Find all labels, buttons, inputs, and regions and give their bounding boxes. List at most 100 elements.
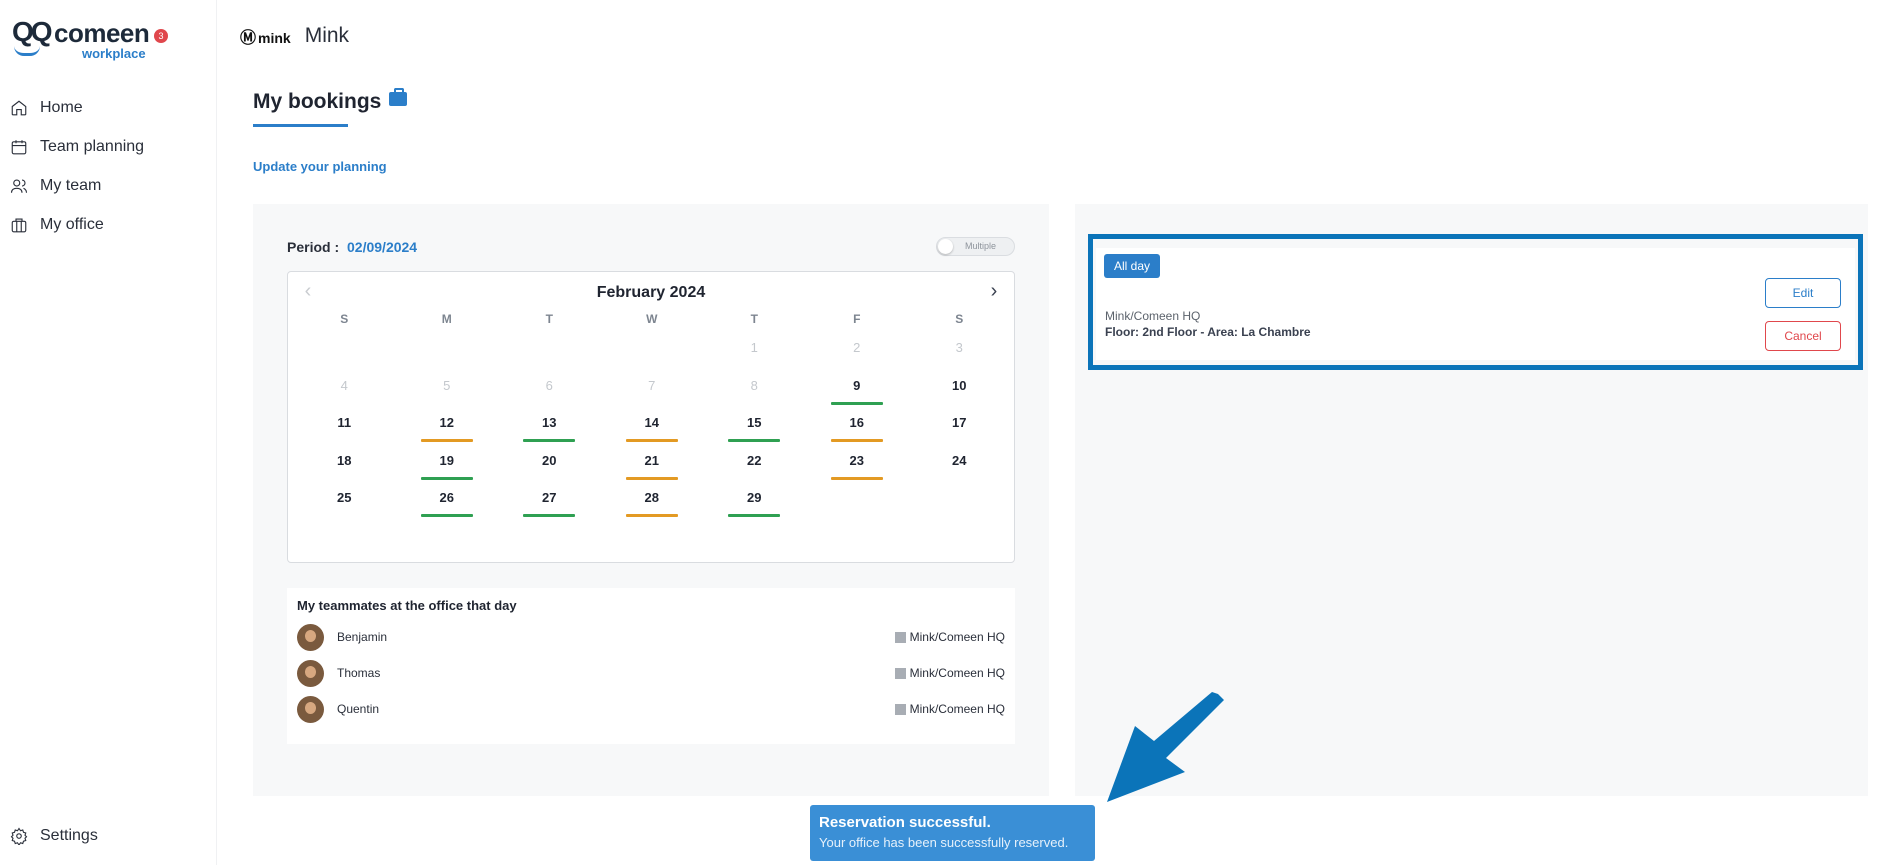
calendar-day[interactable]: 24 — [908, 453, 1011, 491]
calendar-day[interactable]: 10 — [908, 378, 1011, 416]
weekday-label: T — [750, 312, 758, 326]
sidebar: QQ comeen workplace 3 Home Team planning… — [0, 0, 217, 865]
toggle-knob — [938, 239, 953, 254]
calendar-day[interactable]: 25 — [293, 490, 396, 528]
company-logo-text: mink — [258, 30, 291, 46]
teammates-title: My teammates at the office that day — [297, 598, 517, 613]
company-logo-icon: Ⓜ — [240, 30, 256, 47]
calendar-week-row: 1 2 3 — [293, 340, 1011, 378]
users-icon — [10, 178, 28, 193]
calendar-day[interactable]: 18 — [293, 453, 396, 491]
calendar-day-empty — [908, 490, 1011, 528]
calendar-day[interactable]: 19 — [396, 453, 499, 491]
calendar-day-empty — [498, 340, 601, 378]
sidebar-item-team-planning[interactable]: Team planning — [0, 127, 217, 166]
calendar-day: 2 — [806, 340, 909, 378]
weekday-header: S M T W T F S — [293, 312, 1011, 326]
calendar-day-number: 24 — [952, 452, 967, 468]
calendar-day[interactable]: 21 — [601, 453, 704, 491]
pointer-arrow-icon — [1107, 692, 1224, 802]
booking-floor-area: Floor: 2nd Floor - Area: La Chambre — [1105, 325, 1311, 339]
calendar-day[interactable]: 17 — [908, 415, 1011, 453]
calendar-day[interactable]: 20 — [498, 453, 601, 491]
sidebar-item-label: Team planning — [40, 137, 145, 155]
sidebar-item-my-office[interactable]: My office — [0, 205, 217, 244]
weekday-label: S — [955, 312, 964, 326]
calendar-day-number: 4 — [340, 377, 348, 393]
calendar-day-number: 8 — [750, 377, 758, 393]
sidebar-item-my-team[interactable]: My team — [0, 166, 217, 205]
weekday-label: F — [853, 312, 861, 326]
calendar-day-empty — [396, 340, 499, 378]
calendar-day[interactable]: 12 — [396, 415, 499, 453]
all-day-badge: All day — [1104, 254, 1161, 278]
building-icon — [894, 667, 906, 679]
success-toast[interactable]: Reservation successful. Your office has … — [810, 805, 1095, 861]
calendar-day: 7 — [601, 378, 704, 416]
chevron-right-icon: › — [990, 280, 998, 302]
weekday-label: W — [646, 312, 658, 326]
sidebar-item-label: My office — [40, 215, 104, 233]
teammate-location: Mink/Comeen HQ — [894, 666, 1005, 680]
comeen-logo[interactable]: QQ comeen workplace — [12, 16, 162, 61]
update-planning-link[interactable]: Update your planning — [253, 159, 387, 174]
next-month-button[interactable]: › — [984, 280, 1004, 302]
teammate-row: Quentin Mink/Comeen HQ — [297, 694, 1005, 724]
calendar-week-row: 25 26 27 28 29 — [293, 490, 1011, 528]
occupancy-bar — [625, 476, 678, 480]
calendar-day: 8 — [703, 378, 806, 416]
settings-label: Settings — [40, 827, 98, 844]
toggle-label: Multiple — [965, 241, 997, 251]
calendar-day[interactable]: 9 — [806, 378, 909, 416]
calendar-day[interactable]: 28 — [601, 490, 704, 528]
logo-subtitle: workplace — [82, 46, 146, 61]
sidebar-item-label: My team — [40, 176, 102, 194]
calendar-day[interactable]: 29 — [703, 490, 806, 528]
calendar-day-number: 19 — [439, 452, 454, 468]
company-logo: Ⓜmink — [240, 24, 291, 48]
weekday-label: S — [340, 312, 349, 326]
calendar-grid: 1 2 3 4 5 6 7 8 9 10 11 12 13 14 15 16 17 18 19 20 21 22 23 24 2… — [293, 340, 1011, 528]
booking-card: All day Mink/Comeen HQ Floor: 2nd Floor … — [1096, 248, 1855, 360]
calendar-day[interactable]: 22 — [703, 453, 806, 491]
edit-booking-button[interactable]: Edit — [1765, 278, 1841, 308]
calendar-week-row: 4 5 6 7 8 9 10 — [293, 378, 1011, 416]
calendar-day-number: 9 — [853, 377, 861, 393]
calendar-day-number: 7 — [648, 377, 656, 393]
calendar-day[interactable]: 26 — [396, 490, 499, 528]
calendar-day-number: 3 — [955, 340, 963, 355]
avatar — [297, 659, 324, 687]
calendar-day[interactable]: 16 — [806, 415, 909, 453]
calendar-day-number: 25 — [337, 490, 352, 505]
calendar-day[interactable]: 15 — [703, 415, 806, 453]
briefcase-icon — [389, 88, 408, 106]
toast-message: Your office has been successfully reserv… — [819, 835, 1069, 850]
calendar-day[interactable]: 27 — [498, 490, 601, 528]
teammate-name: Quentin — [337, 702, 380, 716]
multiple-toggle[interactable]: Multiple — [936, 237, 1015, 256]
settings-button[interactable]: Settings — [10, 827, 98, 845]
teammate-name: Benjamin — [337, 630, 388, 644]
calendar-day[interactable]: 13 — [498, 415, 601, 453]
title-underline — [253, 124, 348, 127]
weekday-label: T — [545, 312, 553, 326]
calendar-day-number: 23 — [849, 452, 864, 468]
sidebar-nav: Home Team planning My team My office — [0, 88, 217, 244]
notification-badge[interactable]: 3 — [154, 29, 168, 43]
calendar-day[interactable]: 23 — [806, 453, 909, 491]
occupancy-bar — [625, 514, 678, 517]
teammate-location-text: Mink/Comeen HQ — [909, 630, 1005, 644]
teammate-location-text: Mink/Comeen HQ — [909, 666, 1005, 680]
calendar-day[interactable]: 11 — [293, 415, 396, 453]
calendar-day-number: 18 — [337, 452, 352, 468]
occupancy-bar — [523, 439, 575, 442]
calendar-day-empty — [806, 490, 909, 528]
calendar-day-number: 27 — [542, 490, 557, 505]
calendar-day-number: 6 — [545, 377, 553, 393]
calendar-day[interactable]: 14 — [601, 415, 704, 453]
cancel-booking-button[interactable]: Cancel — [1765, 321, 1841, 351]
occupancy-bar — [830, 439, 883, 442]
calendar-day-number: 28 — [644, 490, 659, 505]
sidebar-item-home[interactable]: Home — [0, 88, 217, 127]
calendar-day-number: 26 — [439, 490, 454, 505]
